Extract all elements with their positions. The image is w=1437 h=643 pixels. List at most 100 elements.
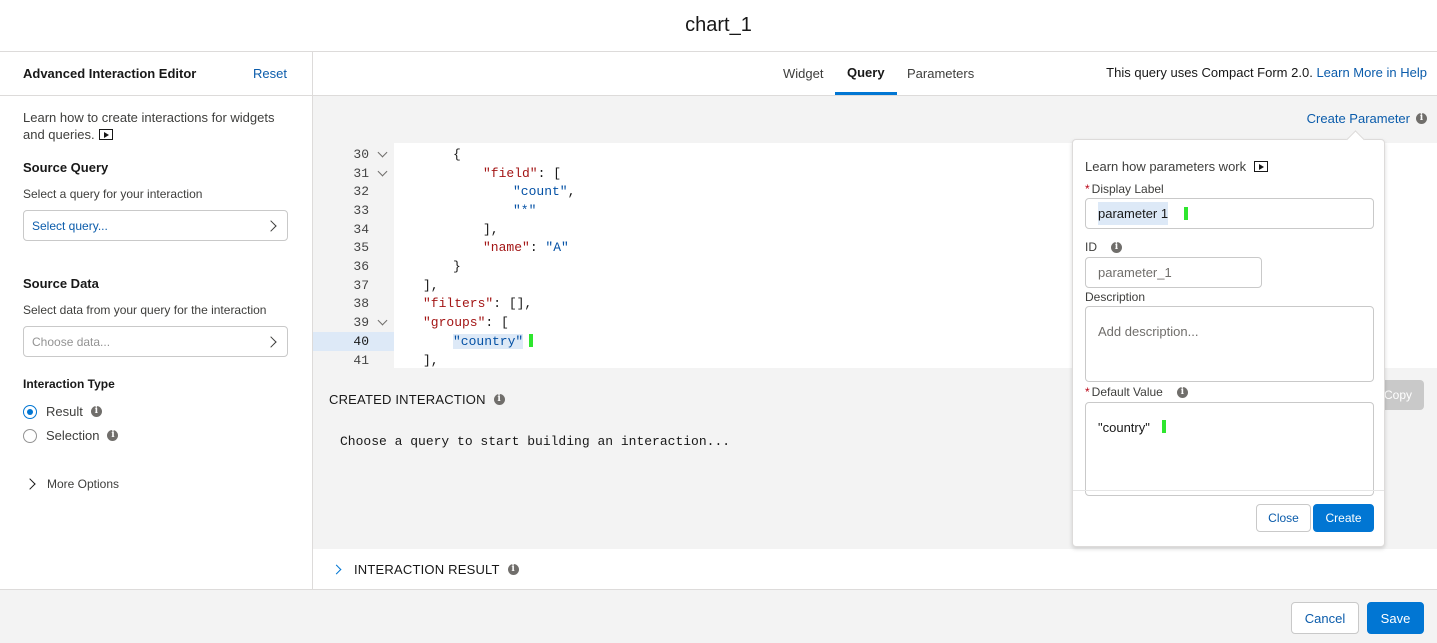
info-icon[interactable]: i [107,430,119,441]
default-value-text: Default Value [1091,385,1163,399]
code-text: ], [423,352,439,368]
info-icon[interactable]: i [1176,386,1188,398]
id-label-text: ID [1085,240,1097,254]
learn-more-link[interactable]: Learn More in Help [1316,65,1427,80]
create-parameter-row: Create Parameter i [1307,111,1427,126]
info-icon[interactable]: i [1416,113,1427,124]
line-number: 39 [353,315,369,331]
play-video-icon[interactable] [98,129,113,140]
parameters-help-text: Learn how parameters work [1085,159,1247,174]
code-text: "field": [ [483,165,562,181]
tab-parameters[interactable]: Parameters [907,52,974,95]
tab-bar: Widget Query Parameters This query uses … [313,52,1437,96]
interaction-result-toggle[interactable]: INTERACTION RESULT i [313,549,1437,589]
help-text: Learn how to create interactions for wid… [23,109,283,143]
line-number: 40 [353,333,369,349]
display-label-label: * Display Label [1085,182,1164,196]
source-data-placeholder: Choose data... [32,334,111,349]
fold-chevron-icon[interactable] [377,147,388,158]
reset-link[interactable]: Reset [253,66,287,81]
radio-selection-label: Selection [46,428,100,443]
close-button[interactable]: Close [1256,504,1311,532]
interaction-editor-panel: Advanced Interaction Editor Reset Learn … [0,52,313,589]
create-button[interactable]: Create [1313,504,1374,532]
display-label-text: Display Label [1091,182,1164,196]
source-data-subtitle: Select data from your query for the inte… [23,303,267,317]
required-marker: * [1085,182,1090,196]
default-value-label: * Default Value i [1085,385,1188,399]
info-icon[interactable]: i [1111,241,1122,253]
cancel-button[interactable]: Cancel [1291,602,1359,634]
source-query-title: Source Query [23,160,109,175]
id-label: ID i [1085,240,1122,254]
text-cursor [1184,207,1189,220]
info-icon[interactable]: i [507,563,519,575]
chevron-right-icon [265,335,277,348]
tab-query[interactable]: Query [835,52,897,95]
code-text: ], [423,277,439,293]
default-value-value: "country" [1098,420,1150,435]
display-label-value: parameter 1 [1098,202,1169,225]
dashboard-title: chart_1 [685,14,752,36]
created-interaction-header: CREATED INTERACTION i [329,392,505,407]
line-number: 37 [353,277,369,293]
chevron-right-icon [265,219,277,232]
line-number: 41 [353,352,369,368]
compact-form-note: This query uses Compact Form 2.0. Learn … [1106,65,1427,80]
line-number: 35 [353,240,369,256]
default-value-textarea[interactable]: "country" [1085,402,1374,496]
code-text: ], [483,221,499,237]
code-text: "filters": [], [423,296,533,312]
id-input[interactable]: parameter_1 [1085,257,1262,288]
fold-chevron-icon[interactable] [377,166,388,176]
info-icon[interactable]: i [493,394,505,405]
create-parameter-popover: Learn how parameters work * Display Labe… [1072,139,1385,547]
radio-button[interactable] [23,404,37,419]
source-query-placeholder: Select query... [32,218,108,233]
chevron-right-icon [331,564,342,574]
text-cursor [529,333,534,347]
source-data-title: Source Data [23,276,99,291]
source-query-select[interactable]: Select query... [23,210,288,241]
line-number: 31 [353,165,369,181]
tab-widget[interactable]: Widget [783,52,823,95]
required-marker: * [1085,385,1090,399]
more-options-label: More Options [47,477,120,491]
panel-title: Advanced Interaction Editor [23,66,197,81]
created-interaction-title: CREATED INTERACTION [329,392,486,407]
create-parameter-link[interactable]: Create Parameter [1307,111,1410,126]
interaction-type-title: Interaction Type [23,377,115,391]
description-label-text: Description [1085,290,1146,304]
popover-footer: Close Create [1073,490,1384,546]
title-bar: chart_1 [0,0,1437,52]
play-video-icon[interactable] [1254,161,1269,172]
description-textarea[interactable]: Add description... [1085,306,1374,382]
interaction-result-title: INTERACTION RESULT [354,561,500,577]
footer-bar: Cancel Save [0,589,1437,643]
radio-selection[interactable]: Selection i [23,428,289,443]
line-number: 32 [353,184,369,200]
panel-header: Advanced Interaction Editor Reset [0,52,312,96]
radio-result[interactable]: Result i [23,404,289,419]
line-number: 34 [353,221,369,237]
display-label-input[interactable]: parameter 1 [1085,198,1374,229]
code-text: "country" [453,333,534,349]
help-text-label: Learn how to create interactions for wid… [23,110,275,142]
chevron-right-icon [24,478,36,490]
source-data-select[interactable]: Choose data... [23,326,288,357]
text-cursor [1161,420,1166,433]
created-interaction-text: Choose a query to start building an inte… [340,434,731,449]
code-text: "count", [513,184,576,200]
code-text: "groups": [ [423,315,509,331]
compact-form-text: This query uses Compact Form 2.0. [1106,65,1313,80]
info-icon[interactable]: i [90,406,102,417]
save-button[interactable]: Save [1367,602,1424,634]
code-text: "*" [513,202,537,218]
parameters-help: Learn how parameters work [1085,159,1269,174]
more-options-toggle[interactable]: More Options [23,477,289,491]
code-text: "name": "A" [483,240,569,256]
radio-button[interactable] [23,428,37,443]
line-number: 30 [353,146,369,162]
fold-chevron-icon[interactable] [377,315,388,326]
id-value: parameter_1 [1098,265,1172,280]
